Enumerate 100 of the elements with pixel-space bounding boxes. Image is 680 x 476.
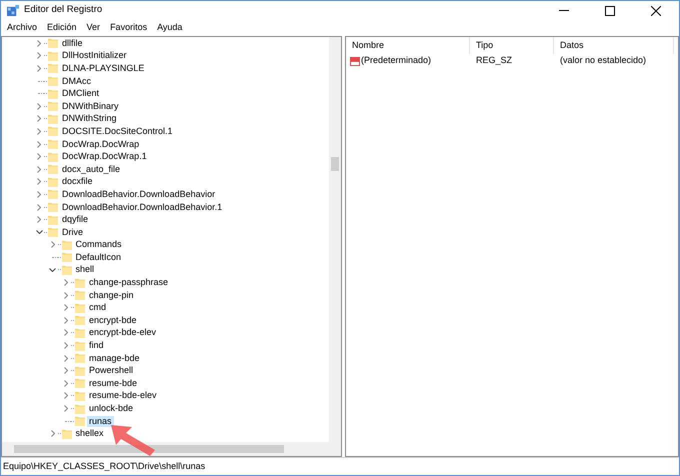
expand-chevron-icon[interactable] [37, 128, 41, 135]
menu-item[interactable]: Ayuda [152, 21, 188, 35]
folder-icon [75, 340, 85, 351]
expand-chevron-icon[interactable] [64, 292, 68, 299]
tree-item[interactable]: find [87, 340, 106, 352]
table-cell-text: (Predeterminado) [361, 54, 432, 68]
pointer-arrow [110, 424, 156, 457]
expand-chevron-icon[interactable] [37, 52, 41, 60]
folder-icon [75, 315, 85, 326]
maximize-icon [605, 6, 615, 16]
menu-item[interactable]: Favoritos [105, 21, 152, 35]
tree-item[interactable]: encrypt-bde [87, 314, 139, 326]
expand-chevron-icon[interactable] [37, 115, 41, 122]
folder-icon [48, 38, 58, 48]
close-icon [651, 6, 661, 16]
tree-item[interactable]: DllHostInitializer [60, 50, 129, 62]
tree-item[interactable]: docx_auto_file [60, 164, 122, 175]
tree-item[interactable]: DownloadBehavior.DownloadBehavior.1 [60, 202, 224, 213]
folder-icon [48, 227, 58, 238]
expand-chevron-icon[interactable] [64, 405, 68, 412]
tree-item[interactable]: change-passphrase [87, 277, 170, 288]
expand-chevron-icon[interactable] [37, 140, 41, 148]
folder-icon [75, 290, 85, 300]
horizontal-scrollbar[interactable] [2, 442, 341, 456]
tree-item[interactable]: unlock-bde [87, 403, 136, 414]
tree-item[interactable]: shell [74, 264, 96, 276]
folder-icon [75, 416, 85, 426]
tree-item[interactable]: change-pin [87, 290, 136, 301]
collapse-chevron-icon[interactable] [49, 268, 56, 272]
expand-chevron-icon[interactable] [37, 102, 41, 110]
column-header[interactable]: Tipo [470, 37, 554, 54]
expand-chevron-icon[interactable] [37, 166, 41, 173]
expand-chevron-icon[interactable] [64, 380, 68, 387]
folder-icon [75, 278, 85, 288]
folder-icon [62, 252, 72, 262]
expand-chevron-icon[interactable] [37, 190, 41, 198]
folder-icon [62, 428, 72, 439]
tree-item[interactable]: DocWrap.DocWrap.1 [60, 151, 149, 162]
folder-icon [48, 76, 58, 86]
expand-chevron-icon[interactable] [64, 392, 68, 400]
folder-icon [48, 114, 58, 124]
folder-icon [48, 176, 58, 187]
expand-chevron-icon[interactable] [37, 216, 41, 224]
tree-item[interactable]: DefaultIcon [74, 252, 124, 263]
tree-item[interactable]: DNWithBinary [60, 100, 121, 112]
tree-item[interactable]: shellex [74, 428, 106, 440]
folder-icon [75, 404, 85, 414]
collapse-chevron-icon[interactable] [36, 230, 42, 234]
folder-icon [48, 152, 58, 162]
folder-icon [75, 378, 85, 388]
column-header[interactable]: Datos [554, 37, 674, 54]
folder-icon [48, 214, 58, 225]
tree-item[interactable]: Powershell [87, 365, 136, 376]
expand-chevron-icon[interactable] [64, 329, 68, 336]
expand-chevron-icon[interactable] [64, 279, 68, 286]
expand-chevron-icon[interactable] [37, 64, 41, 72]
expand-chevron-icon[interactable] [64, 354, 68, 362]
registry-app-icon [7, 4, 19, 16]
folder-icon [48, 164, 58, 174]
tree-item[interactable]: dqyfile [60, 214, 90, 226]
expand-chevron-icon[interactable] [64, 304, 68, 312]
minimize-icon [559, 10, 569, 11]
tree-item[interactable]: DocWrap.DocWrap [60, 138, 142, 150]
expand-chevron-icon[interactable] [64, 316, 68, 324]
tree-item[interactable]: Commands [74, 239, 124, 250]
expand-chevron-icon[interactable] [50, 241, 54, 248]
expand-chevron-icon[interactable] [37, 153, 41, 160]
status-path: Equipo\HKEY_CLASSES_ROOT\Drive\shell\runas [2, 460, 206, 473]
tree-item[interactable]: DownloadBehavior.DownloadBehavior [60, 188, 218, 200]
tree-item[interactable]: DMAcc [60, 76, 93, 87]
tree-item[interactable]: docxfile [60, 176, 95, 188]
folder-icon [48, 101, 58, 112]
tree-item[interactable]: Drive [60, 226, 86, 238]
menu-item[interactable]: Ver [82, 21, 106, 35]
column-header[interactable]: Nombre [346, 37, 470, 54]
expand-chevron-icon[interactable] [50, 430, 54, 438]
expand-chevron-icon[interactable] [37, 40, 41, 47]
window-title: Editor del Registro [24, 3, 102, 18]
tree-item[interactable]: encrypt-bde-elev [87, 327, 158, 338]
tree-item[interactable]: cmd [87, 302, 108, 314]
tree-item[interactable]: DLNA-PLAYSINGLE [60, 62, 146, 74]
tree-item[interactable]: DNWithString [60, 113, 119, 124]
menu-item[interactable]: Edición [42, 21, 82, 35]
vertical-scrollbar[interactable] [329, 37, 341, 442]
folder-icon [62, 240, 72, 250]
tree-item[interactable]: dllfile [60, 38, 85, 49]
tree-item[interactable]: DOCSITE.DocSiteControl.1 [60, 126, 175, 137]
folder-icon [48, 189, 58, 200]
table-cell: REG_SZ [476, 55, 512, 66]
expand-chevron-icon[interactable] [37, 204, 41, 211]
tree-item[interactable]: resume-bde-elev [87, 390, 159, 402]
tree-item[interactable]: resume-bde [87, 378, 140, 389]
tree-item[interactable]: runas [87, 416, 114, 427]
tree-item[interactable]: DMClient [60, 88, 102, 100]
expand-chevron-icon[interactable] [64, 342, 68, 350]
folder-icon [75, 390, 85, 401]
expand-chevron-icon[interactable] [64, 367, 68, 374]
menu-item[interactable]: Archivo [2, 21, 42, 35]
expand-chevron-icon[interactable] [37, 178, 41, 186]
tree-item[interactable]: manage-bde [87, 352, 142, 364]
